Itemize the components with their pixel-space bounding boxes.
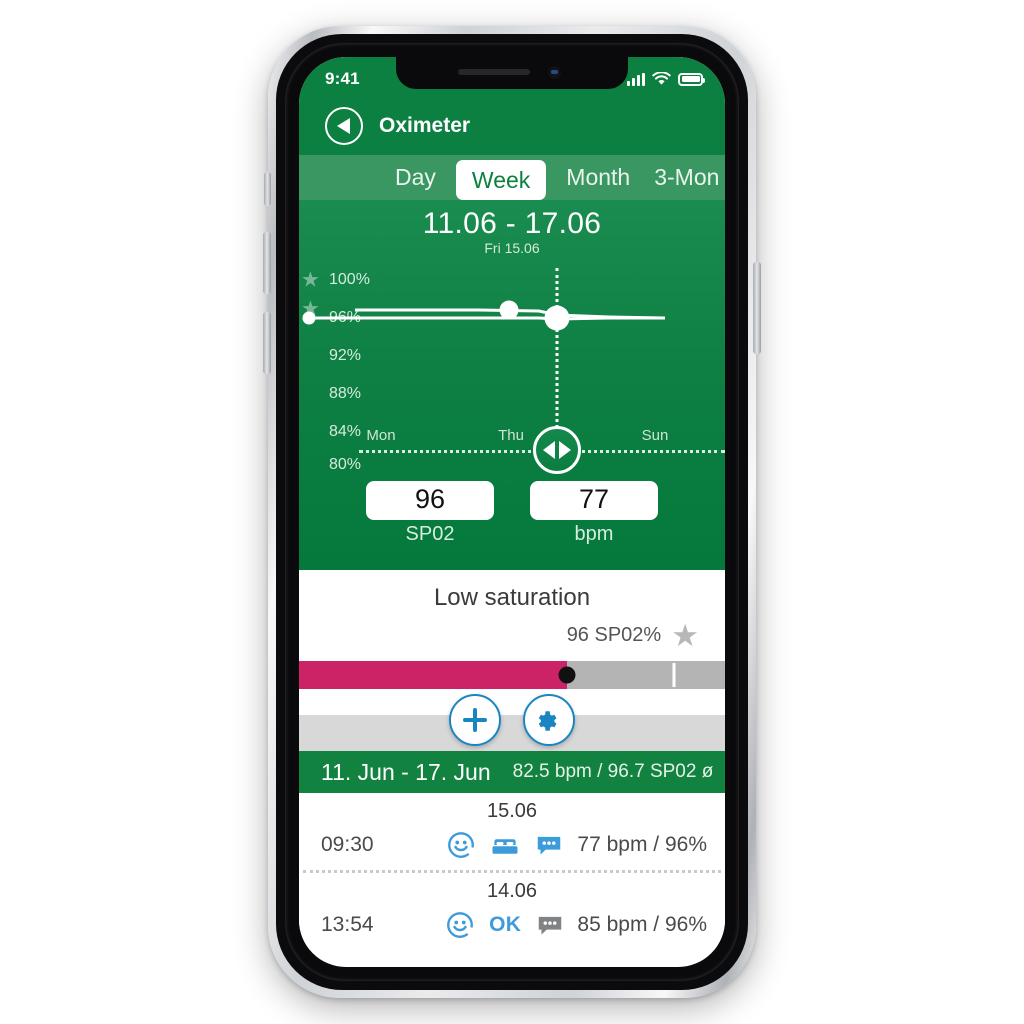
status-bar-icons	[627, 72, 705, 86]
readout-bpm: 77 bpm	[530, 481, 658, 546]
chart-panel: 11.06 - 17.06 Fri 15.06 ★ ★ 100% 96% 92%…	[299, 200, 725, 570]
chart-plot-area[interactable]: ★ ★ 100% 96% 92% 88% 84% 80% Mon Thu Sun	[299, 262, 725, 474]
status-bar-time: 9:41	[325, 69, 360, 88]
x-tick-mon: Mon	[366, 427, 396, 444]
tab-month[interactable]: Month	[554, 155, 642, 200]
chevron-left-icon	[543, 441, 555, 459]
chart-selected-day: Fri 15.06	[484, 240, 540, 256]
entry-values: 77 bpm / 96%	[577, 833, 707, 856]
entry-icons	[433, 830, 577, 860]
readout-spo2: 96 SP02	[366, 481, 494, 546]
wifi-icon	[652, 72, 671, 85]
entry-icons: OK	[433, 910, 577, 940]
comment-icon-blue	[537, 836, 561, 855]
chart-range-title: 11.06 - 17.06	[422, 207, 602, 240]
progress-knob[interactable]	[558, 666, 576, 684]
power-button[interactable]	[753, 262, 761, 354]
list-day-header: 14.06	[486, 880, 538, 902]
earpiece-speaker	[458, 69, 530, 75]
comment-icon-grey	[539, 916, 562, 935]
saturation-heading: Low saturation	[433, 584, 591, 611]
tab-3month[interactable]: 3-Mon	[642, 155, 725, 200]
saturation-value-row: 96 SP02% ★	[299, 616, 725, 661]
summary-range: 11. Jun - 17. Jun	[321, 758, 491, 785]
readout-spo2-unit: SP02	[405, 523, 455, 545]
star-icon[interactable]: ★	[671, 620, 699, 651]
front-camera-icon	[548, 66, 561, 79]
series-spo2-min	[309, 316, 665, 321]
phone-screen: 9:41 Oximeter Day Week Month 3-Mon 11.06…	[299, 57, 725, 967]
period-tabs: Day Week Month 3-Mon	[299, 155, 725, 200]
x-tick-sun: Sun	[641, 427, 669, 444]
add-button[interactable]	[449, 694, 501, 746]
settings-button[interactable]	[523, 694, 575, 746]
list-item[interactable]: 13:54 OK 85 bpm / 96%	[299, 906, 725, 950]
volume-down-button[interactable]	[263, 312, 271, 374]
chart-point-thu	[499, 300, 519, 320]
saturation-card: Low saturation 96 SP02% ★	[299, 570, 725, 689]
entry-time: 13:54	[321, 913, 374, 936]
battery-icon	[678, 72, 705, 86]
summary-averages: 82.5 bpm / 96.7 SP02 ø	[512, 761, 714, 782]
bed-icon	[492, 839, 518, 854]
entry-values: 85 bpm / 96%	[577, 913, 707, 936]
screenshot-stage: 9:41 Oximeter Day Week Month 3-Mon 11.06…	[0, 0, 1024, 1024]
readout-row: 96 SP02 77 bpm	[299, 467, 725, 562]
signal-bars-icon	[627, 72, 645, 86]
tab-day[interactable]: Day	[383, 155, 448, 200]
readout-spo2-value: 96	[366, 481, 494, 520]
mute-switch[interactable]	[264, 172, 271, 206]
chevron-right-icon	[559, 441, 571, 459]
saturation-value: 96 SP02%	[566, 624, 662, 646]
list-item[interactable]: 09:30 77 bpm / 96%	[299, 826, 725, 870]
action-bar	[299, 689, 725, 751]
smiley-icon	[448, 832, 475, 858]
ok-badge: OK	[489, 913, 522, 936]
readout-bpm-unit: bpm	[574, 523, 614, 545]
smiley-icon	[447, 912, 473, 938]
page-title: Oximeter	[379, 114, 471, 137]
chart-scrub-handle[interactable]	[533, 426, 581, 474]
back-arrow-icon[interactable]	[325, 107, 363, 145]
chart-point-mon	[302, 311, 316, 325]
volume-up-button[interactable]	[263, 232, 271, 294]
progress-tick	[672, 663, 676, 687]
app-bar: Oximeter	[299, 97, 725, 155]
notch	[396, 57, 628, 89]
summary-bar: 11. Jun - 17. Jun 82.5 bpm / 96.7 SP02 ø	[299, 751, 725, 793]
entry-time: 09:30	[321, 833, 374, 856]
tab-week[interactable]: Week	[455, 160, 547, 200]
list-day-header: 15.06	[486, 800, 538, 822]
readout-bpm-value: 77	[530, 481, 658, 520]
saturation-progress-bar[interactable]	[299, 661, 725, 689]
measurement-list: 15.06 09:30 77 bpm / 96% 14.06 13:54 OK …	[299, 793, 725, 950]
gear-icon	[538, 711, 557, 731]
chart-point-selected	[544, 305, 570, 331]
x-tick-thu: Thu	[498, 427, 524, 444]
progress-fill	[299, 661, 568, 689]
